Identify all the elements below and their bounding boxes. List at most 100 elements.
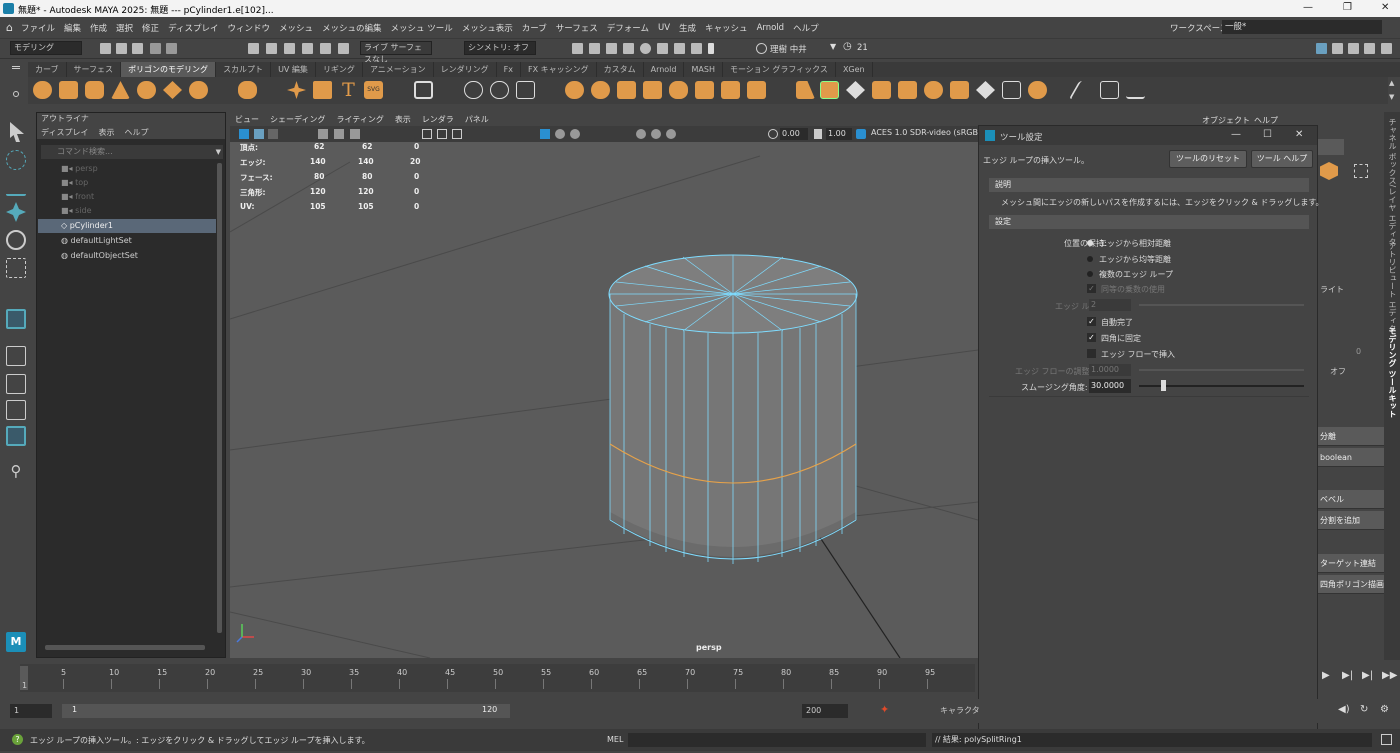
extrude-icon[interactable] [617, 81, 636, 99]
outliner-toggle-icon[interactable] [1381, 43, 1392, 54]
color-management-icon[interactable] [856, 129, 866, 139]
gamma-icon[interactable] [814, 129, 822, 139]
poly-plane-icon[interactable] [163, 81, 182, 99]
mode-dropdown[interactable]: モデリング [10, 41, 82, 55]
wireframe-icon[interactable] [318, 129, 328, 139]
smooth-shade-icon[interactable] [334, 129, 344, 139]
camera-attributes-icon[interactable] [254, 129, 264, 139]
step-forward-icon[interactable]: ▶| [1342, 670, 1353, 681]
live-surface-field[interactable]: ライブ サーフェスなし [360, 41, 432, 64]
select-camera-icon[interactable] [239, 129, 249, 139]
shelf-tab-surfaces[interactable]: サーフェス [67, 62, 122, 77]
range-slider[interactable]: 1 120 [62, 704, 510, 718]
poly-cylinder-icon[interactable] [85, 81, 104, 99]
outliner-search-input[interactable]: コマンド検索... ▼ [41, 145, 223, 159]
description-header[interactable]: 説明 [989, 178, 1309, 192]
new-scene-icon[interactable] [100, 43, 111, 54]
move-tool-icon[interactable] [6, 202, 26, 222]
merge-icon[interactable] [695, 81, 714, 99]
viewport-menu-show[interactable]: 表示 [395, 114, 411, 125]
select-hierarchy-icon[interactable] [248, 43, 259, 54]
shelf-tab-fx[interactable]: Fx [497, 62, 521, 77]
menu-surfaces[interactable]: サーフェス [556, 22, 598, 34]
offset-edge-loop-icon[interactable] [846, 81, 865, 99]
viewport-menu-lighting[interactable]: ライティング [336, 114, 383, 125]
paint-select-icon[interactable] [6, 176, 26, 196]
shelf-tab-mash[interactable]: MASH [684, 62, 723, 77]
outliner-horizontal-scrollbar[interactable] [45, 645, 205, 650]
menu-cache[interactable]: キャッシュ [705, 22, 748, 34]
edge-flow-slider[interactable] [1139, 369, 1304, 371]
gate-mask-icon[interactable] [452, 129, 462, 139]
textured-icon[interactable] [350, 129, 360, 139]
outliner-item-persp[interactable]: ■◂ persp [61, 162, 98, 176]
hypershade-icon[interactable] [640, 43, 651, 54]
poly-disc-icon[interactable] [189, 81, 208, 99]
outliner-vertical-scrollbar[interactable] [217, 163, 222, 633]
crease-icon[interactable] [976, 81, 995, 99]
xray-icon[interactable] [555, 129, 565, 139]
shelf-tab-rendering[interactable]: レンダリング [434, 62, 497, 77]
viewport-menu-view[interactable]: ビュー [235, 114, 259, 125]
channel-box-tab[interactable]: チャネル ボックス/レイヤ エディタ [1387, 118, 1398, 246]
circularize-icon[interactable] [1028, 81, 1047, 99]
bevel-icon[interactable] [565, 81, 584, 99]
auto-complete-checkbox[interactable]: ✓ [1087, 317, 1096, 326]
shadows-icon[interactable] [636, 129, 646, 139]
render-frame-icon[interactable] [572, 43, 583, 54]
shelf-tab-uv-editing[interactable]: UV 編集 [271, 62, 316, 77]
maya-home-icon[interactable]: M [6, 632, 26, 652]
poke-icon[interactable] [950, 81, 969, 99]
bookmark-icon[interactable] [268, 129, 278, 139]
separate-button[interactable]: 分離 [1318, 427, 1384, 446]
menu-arnold[interactable]: Arnold [757, 23, 785, 33]
resolution-gate-icon[interactable] [437, 129, 447, 139]
selection-box-icon[interactable] [1354, 164, 1368, 178]
panel-layout-icon[interactable] [6, 426, 26, 446]
menu-generate[interactable]: 生成 [679, 22, 696, 34]
undo-icon[interactable] [150, 43, 161, 54]
target-weld-button[interactable]: ターゲット連結 [1318, 554, 1384, 573]
menu-edit[interactable]: 編集 [64, 22, 81, 34]
multi-cut-icon[interactable] [796, 81, 815, 99]
redo-icon[interactable] [166, 43, 177, 54]
poly-torus-icon[interactable] [137, 81, 156, 99]
render-settings-icon[interactable] [623, 43, 634, 54]
modeling-toolkit-icon[interactable] [1332, 43, 1343, 54]
script-language-toggle[interactable]: MEL [607, 735, 623, 744]
menu-file[interactable]: ファイル [21, 22, 55, 34]
anim-prefs-icon[interactable]: ⚙ [1380, 704, 1389, 715]
target-weld-icon[interactable] [1126, 81, 1145, 99]
poly-cone-icon[interactable] [111, 81, 130, 99]
quad-draw-button[interactable]: 四角ポリゴン描画 [1318, 575, 1384, 594]
shelf-tab-custom[interactable]: カスタム [597, 62, 644, 77]
search-icon[interactable]: ⚲ [6, 461, 26, 481]
reset-tool-button[interactable]: ツールのリセット [1169, 150, 1247, 168]
toolkit-top-button[interactable] [1318, 139, 1344, 155]
layout-icon[interactable] [1316, 43, 1327, 54]
shelf-tab-rigging[interactable]: リギング [316, 62, 363, 77]
bevel-button[interactable]: ベベル [1318, 490, 1384, 509]
smoothing-angle-slider-handle[interactable] [1161, 380, 1166, 391]
notification-count[interactable]: 21 [857, 43, 868, 53]
sculpt-icon[interactable] [1068, 81, 1099, 99]
poly-sphere-icon[interactable] [33, 81, 52, 99]
select-component-icon[interactable] [284, 43, 295, 54]
edge-flow-checkbox[interactable] [1087, 349, 1096, 358]
channel-box-icon[interactable] [1364, 43, 1375, 54]
go-to-end-icon[interactable]: ▶▶ [1382, 670, 1397, 681]
workspace-dropdown[interactable]: 一般* [1222, 20, 1382, 34]
menu-edit-mesh[interactable]: メッシュの編集 [322, 22, 382, 34]
super-shape-icon[interactable] [287, 81, 306, 99]
attribute-editor-tab[interactable]: アトリビュート エディタ [1387, 242, 1398, 333]
boolean-button[interactable]: boolean [1318, 448, 1384, 467]
lasso-tool-icon[interactable] [6, 150, 26, 170]
shelf-tab-animation[interactable]: アニメーション [363, 62, 434, 77]
time-slider-ruler[interactable]: 1 5 10 15 20 25 30 35 40 45 50 55 60 65 … [20, 664, 975, 692]
loop-icon[interactable]: ↻ [1360, 704, 1368, 715]
fill-hole-icon[interactable] [643, 81, 662, 99]
collapse-icon[interactable] [721, 81, 740, 99]
character-set-label[interactable]: キャラクタ [940, 705, 980, 716]
colorspace-dropdown[interactable]: ACES 1.0 SDR-video (sRGB [871, 128, 978, 137]
smooth-icon[interactable] [516, 81, 535, 99]
